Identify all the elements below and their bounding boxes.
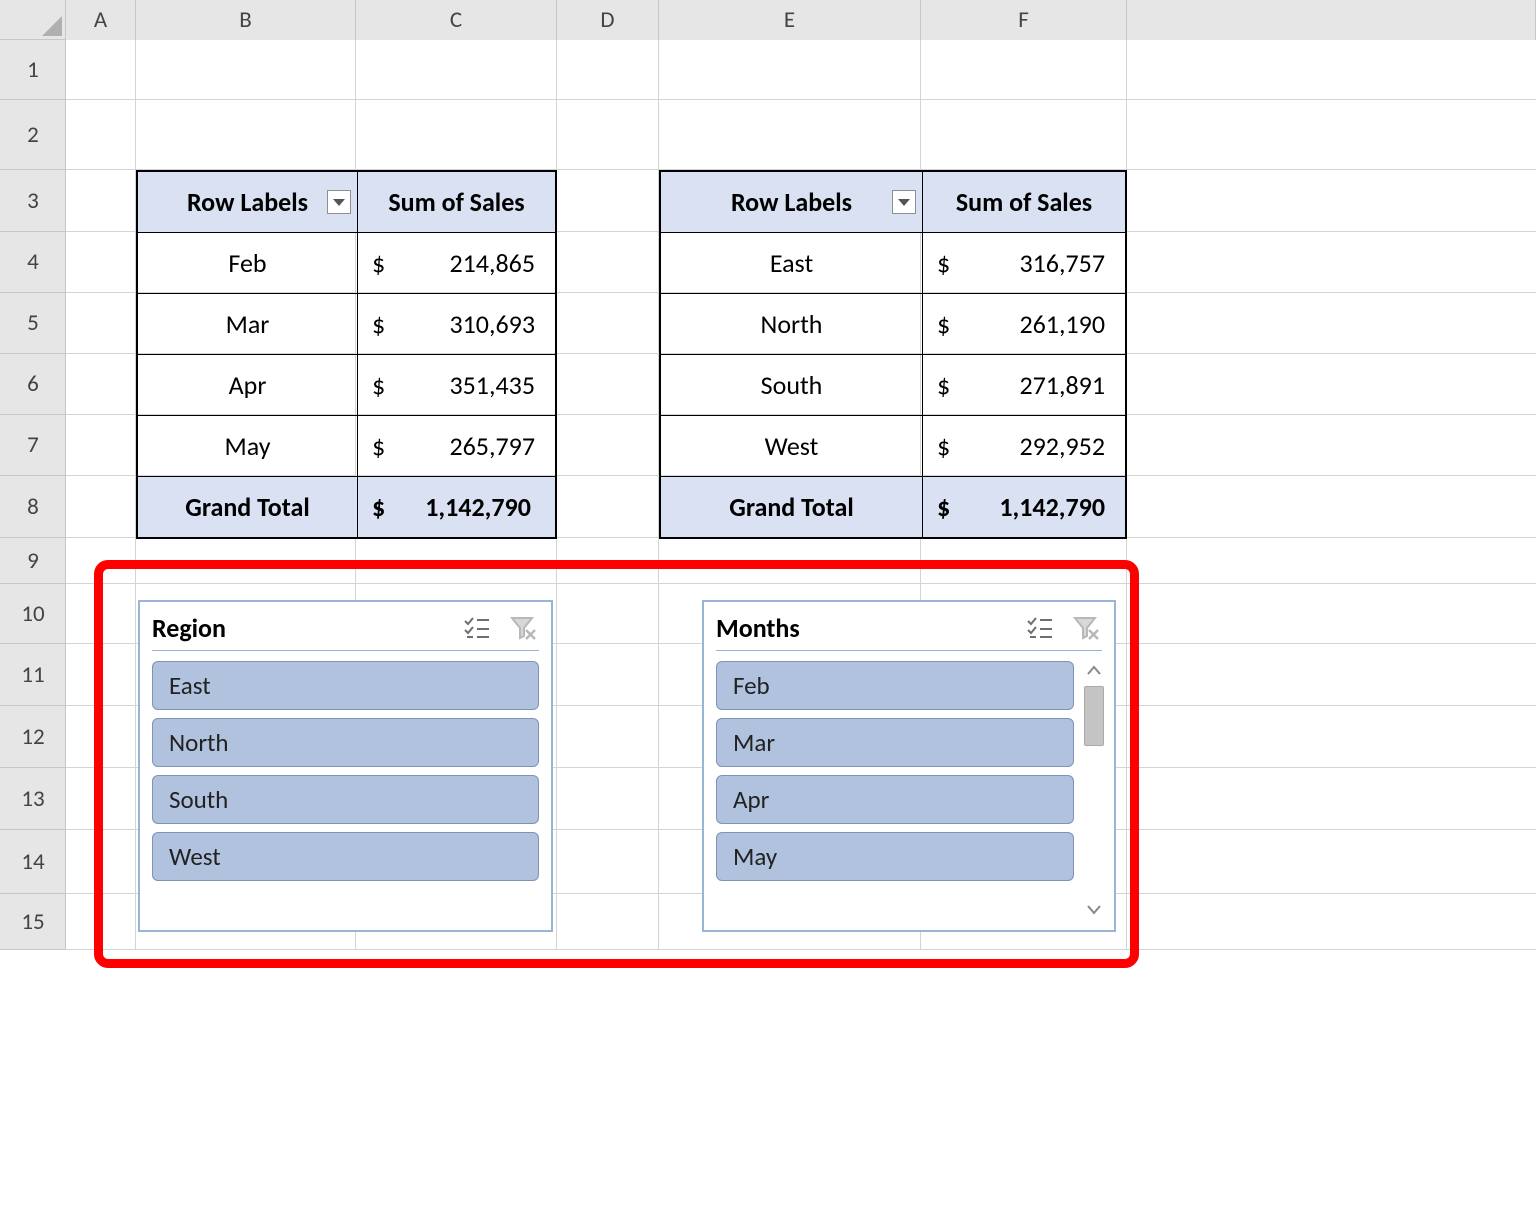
row-header-8[interactable]: 8 [0,476,66,538]
row-header-15[interactable]: 15 [0,894,66,950]
slicer-months-item[interactable]: Feb [716,661,1074,710]
row-header-1[interactable]: 1 [0,40,66,100]
pivot-left-row-value[interactable]: $214,865 [358,233,556,294]
row-header-11[interactable]: 11 [0,644,66,706]
slicer-months-item[interactable]: Mar [716,718,1074,767]
col-header-D[interactable]: D [557,0,659,40]
multi-select-icon[interactable] [1024,614,1056,642]
multi-select-icon[interactable] [461,614,493,642]
pivot-left-row-value[interactable]: $310,693 [358,294,556,355]
slicer-months-title: Months [716,612,1024,644]
pivot-left-row-label[interactable]: May [138,416,358,477]
row-header-12[interactable]: 12 [0,706,66,768]
scroll-thumb[interactable] [1084,686,1104,746]
filter-dropdown-icon[interactable] [892,190,916,214]
pivot-right-row-label[interactable]: East [661,233,923,294]
col-header-F[interactable]: F [921,0,1127,40]
slicer-region[interactable]: Region East North South West [138,600,553,932]
pivot-right-row-label[interactable]: West [661,416,923,477]
row-header-10[interactable]: 10 [0,584,66,644]
row-header-14[interactable]: 14 [0,830,66,894]
row-header-7[interactable]: 7 [0,415,66,476]
row-header-9[interactable]: 9 [0,538,66,584]
slicer-region-item[interactable]: South [152,775,539,824]
row-header-4[interactable]: 4 [0,232,66,293]
clear-filter-icon[interactable] [507,614,539,642]
row-header-3[interactable]: 3 [0,170,66,232]
row-header-column: 1 2 3 4 5 6 7 8 9 10 11 12 13 14 15 [0,40,66,950]
pivot-right-row-value[interactable]: $292,952 [923,416,1126,477]
pivot-right-value-header[interactable]: Sum of Sales [923,172,1126,233]
pivot-right-row-label[interactable]: South [661,355,923,416]
row-header-5[interactable]: 5 [0,293,66,354]
row-header-2[interactable]: 2 [0,100,66,170]
pivot-right-total-value[interactable]: $1,142,790 [923,477,1126,538]
pivot-left-row-value[interactable]: $351,435 [358,355,556,416]
pivot-right-rowlabels-text: Row Labels [731,186,852,218]
slicer-region-item[interactable]: West [152,832,539,881]
scroll-up-icon[interactable] [1086,658,1102,682]
col-header-C[interactable]: C [356,0,557,40]
pivot-right-row-value[interactable]: $261,190 [923,294,1126,355]
pivot-right-row-label[interactable]: North [661,294,923,355]
pivot-left-value-header[interactable]: Sum of Sales [358,172,556,233]
pivot-right-row-value[interactable]: $316,757 [923,233,1126,294]
col-header-B[interactable]: B [136,0,356,40]
pivot-table-months[interactable]: Row Labels Sum of Sales Feb$214,865 Mar$… [136,170,557,539]
slicer-region-item[interactable]: East [152,661,539,710]
row-header-13[interactable]: 13 [0,768,66,830]
pivot-left-row-value[interactable]: $265,797 [358,416,556,477]
pivot-right-total-label[interactable]: Grand Total [661,477,923,538]
slicer-months[interactable]: Months Feb Mar Apr May [702,600,1116,932]
filter-dropdown-icon[interactable] [327,190,351,214]
row-header-6[interactable]: 6 [0,354,66,415]
slicer-months-item[interactable]: Apr [716,775,1074,824]
slicer-region-title: Region [152,612,461,644]
col-header-E[interactable]: E [659,0,921,40]
slicer-months-item[interactable]: May [716,832,1074,881]
scroll-down-icon[interactable] [1086,898,1102,922]
pivot-left-row-label[interactable]: Mar [138,294,358,355]
pivot-left-row-label[interactable]: Feb [138,233,358,294]
pivot-left-rowlabels-text: Row Labels [187,186,308,218]
slicer-scrollbar[interactable] [1080,658,1108,922]
slicer-region-item[interactable]: North [152,718,539,767]
col-header-A[interactable]: A [66,0,136,40]
pivot-left-total-value[interactable]: $ 1,142,790 [358,477,556,538]
select-all-corner[interactable] [0,0,66,40]
clear-filter-icon[interactable] [1070,614,1102,642]
pivot-right-row-value[interactable]: $271,891 [923,355,1126,416]
pivot-left-rowlabels-header[interactable]: Row Labels [138,172,358,233]
pivot-left-total-label[interactable]: Grand Total [138,477,358,538]
col-header-blank [1127,0,1536,40]
pivot-left-row-label[interactable]: Apr [138,355,358,416]
pivot-table-regions[interactable]: Row Labels Sum of Sales East$316,757 Nor… [659,170,1127,539]
pivot-right-rowlabels-header[interactable]: Row Labels [661,172,923,233]
column-header-row: A B C D E F [0,0,1536,40]
